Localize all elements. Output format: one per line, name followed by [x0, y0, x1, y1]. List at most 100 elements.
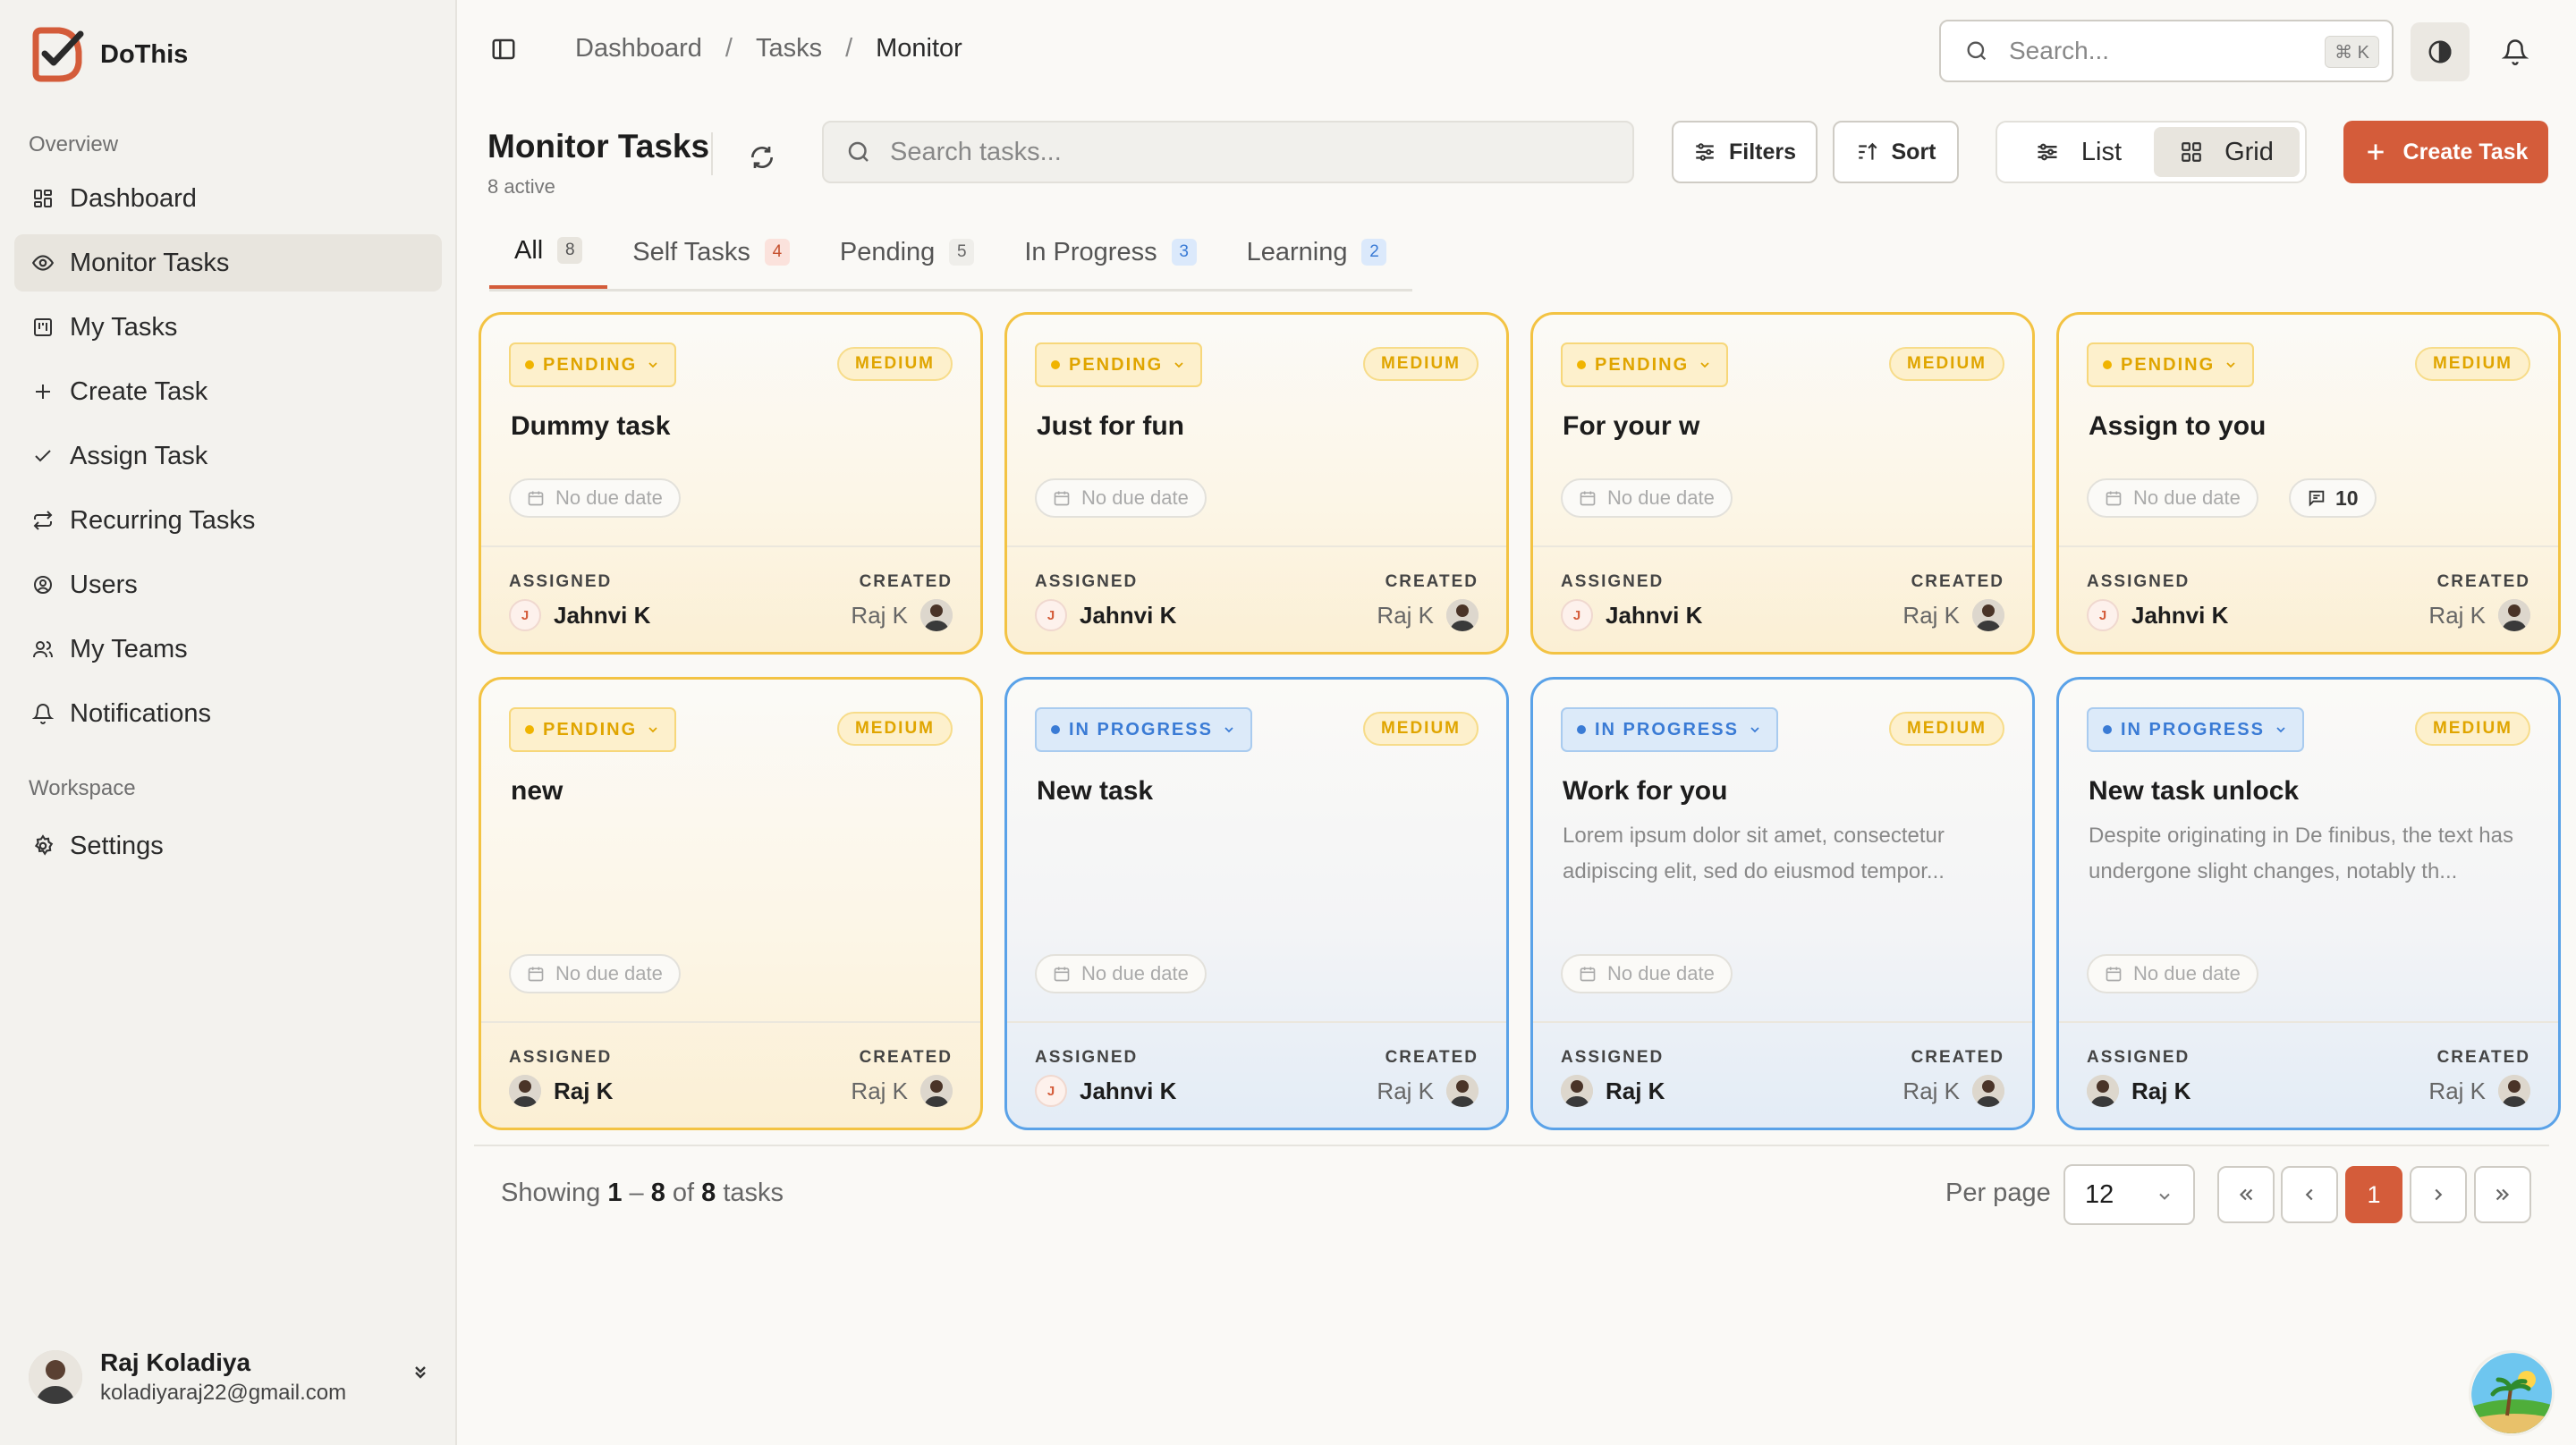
status-label: IN PROGRESS [1595, 719, 1739, 739]
priority-badge: MEDIUM [1888, 347, 2004, 381]
sidebar-item-label: Users [70, 570, 138, 599]
sidebar-item-label: Settings [70, 831, 164, 860]
sidebar-item-notifications[interactable]: Notifications [14, 685, 442, 742]
sidebar-toggle-icon[interactable] [490, 36, 517, 63]
chevrons-left-icon [2236, 1185, 2256, 1204]
sidebar-item-create-task[interactable]: Create Task [14, 363, 442, 420]
task-card[interactable]: IN PROGRESS MEDIUM Work for you Lorem ipsum… [1530, 677, 2035, 1130]
global-search-input[interactable]: Search... ⌘ K [1939, 20, 2394, 82]
chevron-down-icon [2274, 722, 2288, 737]
theme-toggle-button[interactable] [2411, 22, 2470, 81]
sidebar-item-dashboard[interactable]: Dashboard [14, 170, 442, 227]
active-count: 8 active [487, 175, 555, 198]
user-menu[interactable]: Raj Koladiya koladiyaraj22@gmail.com [29, 1348, 431, 1406]
card-footer: ASSIGNED CREATED Raj K Raj K [1533, 1021, 2032, 1128]
tab-learning[interactable]: Learning 2 [1222, 224, 1412, 281]
results-summary: Showing 1 – 8 of 8 tasks [501, 1179, 784, 1208]
task-title[interactable]: Dummy task [511, 411, 670, 442]
due-date-chip[interactable]: No due date [1561, 478, 1733, 518]
avatar [1561, 1075, 1593, 1107]
task-card[interactable]: PENDING MEDIUM new No due date ASSIGNED CREAT… [479, 677, 983, 1130]
creator-name: Raj K [1902, 1077, 1960, 1104]
calendar-icon [1053, 965, 1071, 983]
sidebar-item-my-teams[interactable]: My Teams [14, 621, 442, 678]
chevron-down-icon [1172, 358, 1186, 372]
task-title[interactable]: new [511, 776, 563, 807]
status-badge[interactable]: IN PROGRESS [1561, 707, 1778, 752]
sidebar-item-my-tasks[interactable]: My Tasks [14, 299, 442, 356]
assistant-launcher-icon[interactable] [2469, 1350, 2555, 1436]
prev-page-button[interactable] [2281, 1166, 2338, 1223]
status-dot [1051, 725, 1060, 734]
task-search-input[interactable]: Search tasks... [822, 121, 1634, 183]
due-date-chip[interactable]: No due date [1035, 954, 1207, 993]
notifications-button[interactable] [2486, 22, 2545, 81]
status-badge[interactable]: PENDING [2087, 342, 2255, 387]
task-title[interactable]: Just for fun [1037, 411, 1184, 442]
status-badge[interactable]: IN PROGRESS [1035, 707, 1252, 752]
last-page-button[interactable] [2474, 1166, 2531, 1223]
task-title[interactable]: For your w [1563, 411, 1699, 442]
sidebar-item-recurring-tasks[interactable]: Recurring Tasks [14, 492, 442, 549]
filters-button[interactable]: Filters [1672, 121, 1818, 183]
status-badge[interactable]: IN PROGRESS [2087, 707, 2304, 752]
first-page-button[interactable] [2217, 1166, 2275, 1223]
comments-chip[interactable]: 10 [2289, 478, 2377, 518]
task-title[interactable]: Assign to you [2089, 411, 2266, 442]
sidebar-item-settings[interactable]: Settings [14, 817, 442, 875]
card-footer: ASSIGNED CREATED J Jahnvi K Raj K [1007, 545, 1506, 652]
sidebar-item-assign-task[interactable]: Assign Task [14, 427, 442, 485]
app-name: DoThis [100, 39, 189, 69]
task-search-placeholder: Search tasks... [890, 137, 1062, 166]
card-footer: ASSIGNED CREATED Raj K Raj K [2059, 1021, 2558, 1128]
creator-name: Raj K [1902, 601, 1960, 629]
brand[interactable]: DoThis [29, 27, 188, 82]
sidebar-item-monitor-tasks[interactable]: Monitor Tasks [14, 234, 442, 292]
task-title[interactable]: Work for you [1563, 776, 1727, 807]
sliders-icon [1693, 140, 1716, 164]
task-title[interactable]: New task unlock [2089, 776, 2299, 807]
due-date-chip[interactable]: No due date [509, 954, 681, 993]
task-card[interactable]: PENDING MEDIUM For your w No due date ASSIGN… [1530, 312, 2035, 655]
range-end: 8 [650, 1179, 665, 1207]
breadcrumb-tasks[interactable]: Tasks [756, 34, 822, 63]
task-card[interactable]: PENDING MEDIUM Just for fun No due date ASSI… [1004, 312, 1509, 655]
task-title[interactable]: New task [1037, 776, 1153, 807]
next-page-button[interactable] [2410, 1166, 2467, 1223]
breadcrumb-dashboard[interactable]: Dashboard [575, 34, 702, 63]
task-card[interactable]: IN PROGRESS MEDIUM New task No due date ASSI… [1004, 677, 1509, 1130]
tab-self-tasks[interactable]: Self Tasks 4 [607, 224, 815, 281]
due-date-chip[interactable]: No due date [1561, 954, 1733, 993]
assigned-label: ASSIGNED [2087, 1048, 2190, 1067]
status-badge[interactable]: PENDING [509, 342, 677, 387]
sidebar-item-users[interactable]: Users [14, 556, 442, 613]
chevrons-up-down-icon[interactable] [410, 1361, 431, 1382]
per-page-select[interactable]: 12 [2063, 1164, 2195, 1225]
due-date-label: No due date [2133, 962, 2241, 984]
chevron-down-icon [646, 358, 660, 372]
status-badge[interactable]: PENDING [1561, 342, 1729, 387]
due-date-chip[interactable]: No due date [2087, 954, 2258, 993]
list-view-button[interactable]: List [2003, 127, 2154, 177]
due-date-chip[interactable]: No due date [2087, 478, 2258, 518]
task-card[interactable]: PENDING MEDIUM Dummy task No due date ASSIGN… [479, 312, 983, 655]
create-task-button[interactable]: Create Task [2343, 121, 2548, 183]
task-card[interactable]: PENDING MEDIUM Assign to you No due date 10 A… [2056, 312, 2561, 655]
sort-icon [1856, 140, 1879, 164]
tab-all[interactable]: All 8 [489, 224, 608, 289]
due-date-chip[interactable]: No due date [1035, 478, 1207, 518]
status-dot [2103, 360, 2112, 369]
due-date-chip[interactable]: No due date [509, 478, 681, 518]
status-badge[interactable]: PENDING [1035, 342, 1203, 387]
tab-in-progress[interactable]: In Progress 3 [999, 224, 1221, 281]
sort-button[interactable]: Sort [1833, 121, 1959, 183]
task-card[interactable]: IN PROGRESS MEDIUM New task unlock Despite … [2056, 677, 2561, 1130]
page-button-current[interactable]: 1 [2345, 1166, 2402, 1223]
grid-view-button[interactable]: Grid [2153, 127, 2300, 177]
refresh-icon[interactable] [748, 143, 776, 172]
status-badge[interactable]: PENDING [509, 707, 677, 752]
tab-pending[interactable]: Pending 5 [815, 224, 999, 281]
task-description: Despite originating in De finibus, the t… [2089, 824, 2513, 883]
divider [711, 132, 713, 175]
assignee-name: Raj K [2131, 1077, 2191, 1104]
